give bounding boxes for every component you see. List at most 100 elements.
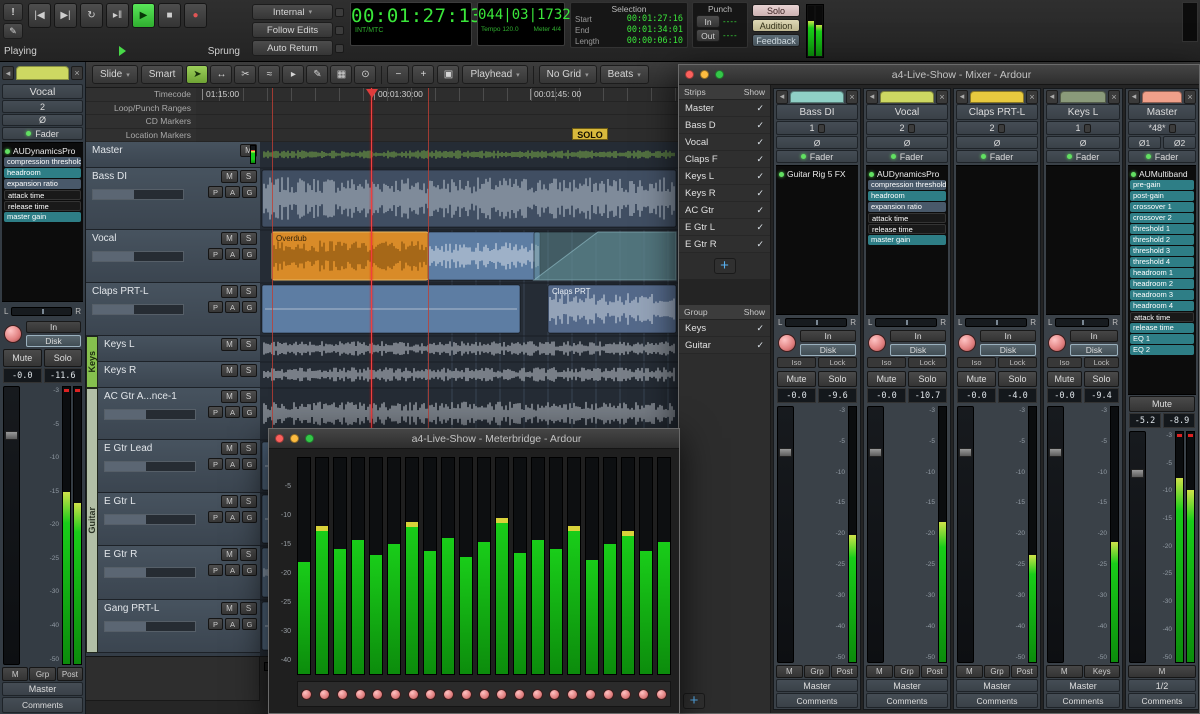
grid-mode-dropdown[interactable]: No Grid — [538, 65, 597, 84]
track-solo-button[interactable]: S — [240, 364, 257, 377]
track-g-button[interactable]: G — [242, 301, 257, 313]
record-arm-button[interactable] — [318, 688, 332, 700]
track-p-button[interactable]: P — [208, 186, 223, 198]
strip-bottom-button-grp[interactable]: Grp — [893, 665, 921, 678]
track-p-button[interactable]: P — [208, 301, 223, 313]
mixer-titlebar[interactable]: a4-Live-Show - Mixer - Ardour — [679, 65, 1199, 85]
strip-input-button[interactable]: 1 — [776, 121, 858, 135]
strip-fader-button[interactable]: Fader — [956, 150, 1038, 163]
strip-phase-button[interactable]: Ø1 — [1128, 136, 1161, 149]
plugin-control-eq-2[interactable]: EQ 2 — [1130, 345, 1194, 355]
output-button[interactable]: Master — [866, 679, 948, 692]
plugin-control-release-time[interactable]: release time — [4, 201, 81, 211]
plugin-control-master-gain[interactable]: master gain — [868, 235, 946, 245]
monitor-input-button[interactable]: In — [890, 330, 946, 342]
play-range-button[interactable]: ▸‖ — [106, 3, 129, 28]
record-arm-button[interactable] — [601, 688, 615, 700]
fader-handle[interactable] — [779, 447, 792, 457]
add-group-button[interactable]: + — [683, 693, 705, 709]
strip-fader-button[interactable]: Fader — [1046, 150, 1120, 163]
gain-display[interactable]: -0.0 — [957, 388, 996, 403]
strip-input-button[interactable]: *48* — [1128, 121, 1196, 135]
input-options-icon[interactable] — [907, 123, 915, 133]
gain-display[interactable]: -0.0 — [1047, 388, 1082, 403]
strip-name-button[interactable]: Bass DI — [776, 104, 858, 120]
strip-bottom-button-post[interactable]: Post — [921, 665, 949, 678]
plugin-control-post-gain[interactable]: post-gain — [1130, 191, 1194, 201]
track-solo-button[interactable]: S — [240, 602, 257, 615]
track-header-ac-gtr-a-nce-1[interactable]: AC Gtr A...nce-1 M S P A G — [98, 388, 260, 440]
track-header-claps-prt-l[interactable]: Claps PRT-L M S P A G — [86, 283, 260, 336]
pan-slider[interactable] — [11, 306, 73, 316]
strip-bottom-button-post[interactable]: Post — [831, 665, 859, 678]
solo-lock-button[interactable]: Lock — [998, 357, 1037, 368]
record-arm-button[interactable] — [353, 688, 367, 700]
output-button[interactable]: 1/2 — [1128, 679, 1196, 692]
track-a-button[interactable]: A — [225, 458, 240, 470]
track-header-e-gtr-l[interactable]: E Gtr L MS PAG — [98, 493, 260, 546]
track-mute-button[interactable]: M — [221, 232, 238, 245]
strips-list-item-vocal[interactable]: Vocal ✓ — [679, 134, 770, 151]
track-p-button[interactable]: P — [208, 406, 223, 418]
track-g-button[interactable]: G — [242, 564, 257, 576]
smart-mode-button[interactable]: Smart — [140, 65, 184, 84]
track-p-button[interactable]: P — [208, 458, 223, 470]
group-list-item-guitar[interactable]: Guitar ✓ — [679, 337, 770, 354]
fader-handle[interactable] — [1049, 447, 1062, 457]
track-mute-button[interactable]: M — [221, 285, 238, 298]
comments-button[interactable]: Comments — [1046, 693, 1120, 708]
strip-fader-button[interactable]: Fader — [776, 150, 858, 163]
selection-start-value[interactable]: 00:01:27:16 — [627, 14, 683, 25]
track-header-master[interactable]: Master M — [86, 142, 260, 168]
output-button[interactable]: Master — [1046, 679, 1120, 692]
mute-button[interactable]: Mute — [3, 349, 42, 367]
track-p-button[interactable]: P — [208, 564, 223, 576]
comments-button[interactable]: Comments — [776, 693, 858, 708]
ruler-label-timecode[interactable]: Timecode — [86, 88, 196, 102]
monitor-input-button[interactable]: In — [800, 330, 856, 342]
strip-bottom-button-m[interactable]: M — [2, 667, 29, 681]
plugin-control-expansion-ratio[interactable]: expansion ratio — [4, 179, 81, 189]
strip-bottom-button-m[interactable]: M — [776, 665, 803, 678]
record-arm-button[interactable] — [868, 334, 886, 352]
cut-tool-icon[interactable]: ✂ — [234, 65, 257, 84]
play-button[interactable]: ▶ — [132, 3, 155, 28]
track-gain-fader[interactable] — [92, 189, 184, 200]
loop-button[interactable]: ↻ — [80, 3, 103, 28]
strips-list-item-ac-gtr[interactable]: AC Gtr ✓ — [679, 202, 770, 219]
stop-button[interactable]: ■ — [158, 3, 181, 28]
track-header-keys-r[interactable]: Keys R MS — [98, 362, 260, 388]
track-g-button[interactable]: G — [242, 248, 257, 260]
gain-display[interactable]: -0.0 — [867, 388, 906, 403]
mute-button[interactable]: Mute — [867, 371, 906, 387]
record-arm-button[interactable] — [778, 334, 796, 352]
solo-button[interactable]: Solo — [908, 371, 947, 387]
track-gain-fader[interactable] — [104, 461, 196, 472]
strip-scroll-left-icon[interactable]: ◂ — [1046, 89, 1058, 104]
track-gain-fader[interactable] — [92, 304, 184, 315]
monitor-disk-button[interactable]: Disk — [1070, 344, 1118, 356]
punch-out-button[interactable]: Out — [696, 29, 720, 42]
plugin-control-crossover-2[interactable]: crossover 2 — [1130, 213, 1194, 223]
plugin-control-release-time[interactable]: release time — [1130, 323, 1194, 333]
strip-phase-button[interactable]: Ø — [2, 114, 83, 126]
track-solo-button[interactable]: S — [240, 170, 257, 183]
shuttle-mode-label[interactable]: Sprung — [208, 46, 240, 57]
track-solo-button[interactable]: S — [240, 548, 257, 561]
strip-color-chip[interactable] — [970, 90, 1024, 103]
track-g-button[interactable]: G — [242, 186, 257, 198]
track-gain-fader[interactable] — [104, 409, 196, 420]
edit-point-button[interactable]: ✎ — [3, 23, 23, 39]
track-solo-button[interactable]: S — [240, 285, 257, 298]
gain-display[interactable]: -5.2 — [1129, 413, 1161, 428]
strip-scroll-left-icon[interactable]: ◂ — [2, 66, 14, 80]
track-solo-button[interactable]: S — [240, 495, 257, 508]
plugin-control-attack-time[interactable]: attack time — [868, 213, 946, 223]
zoom-out-button[interactable]: − — [387, 65, 410, 84]
plugin-control-threshold-4[interactable]: threshold 4 — [1130, 257, 1194, 267]
stretch-tool-icon[interactable]: ≈ — [258, 65, 281, 84]
plugin-control-threshold-1[interactable]: threshold 1 — [1130, 224, 1194, 234]
track-gain-fader[interactable] — [104, 514, 196, 525]
zoom-window-icon[interactable] — [305, 434, 314, 443]
plugin-control-headroom-2[interactable]: headroom 2 — [1130, 279, 1194, 289]
